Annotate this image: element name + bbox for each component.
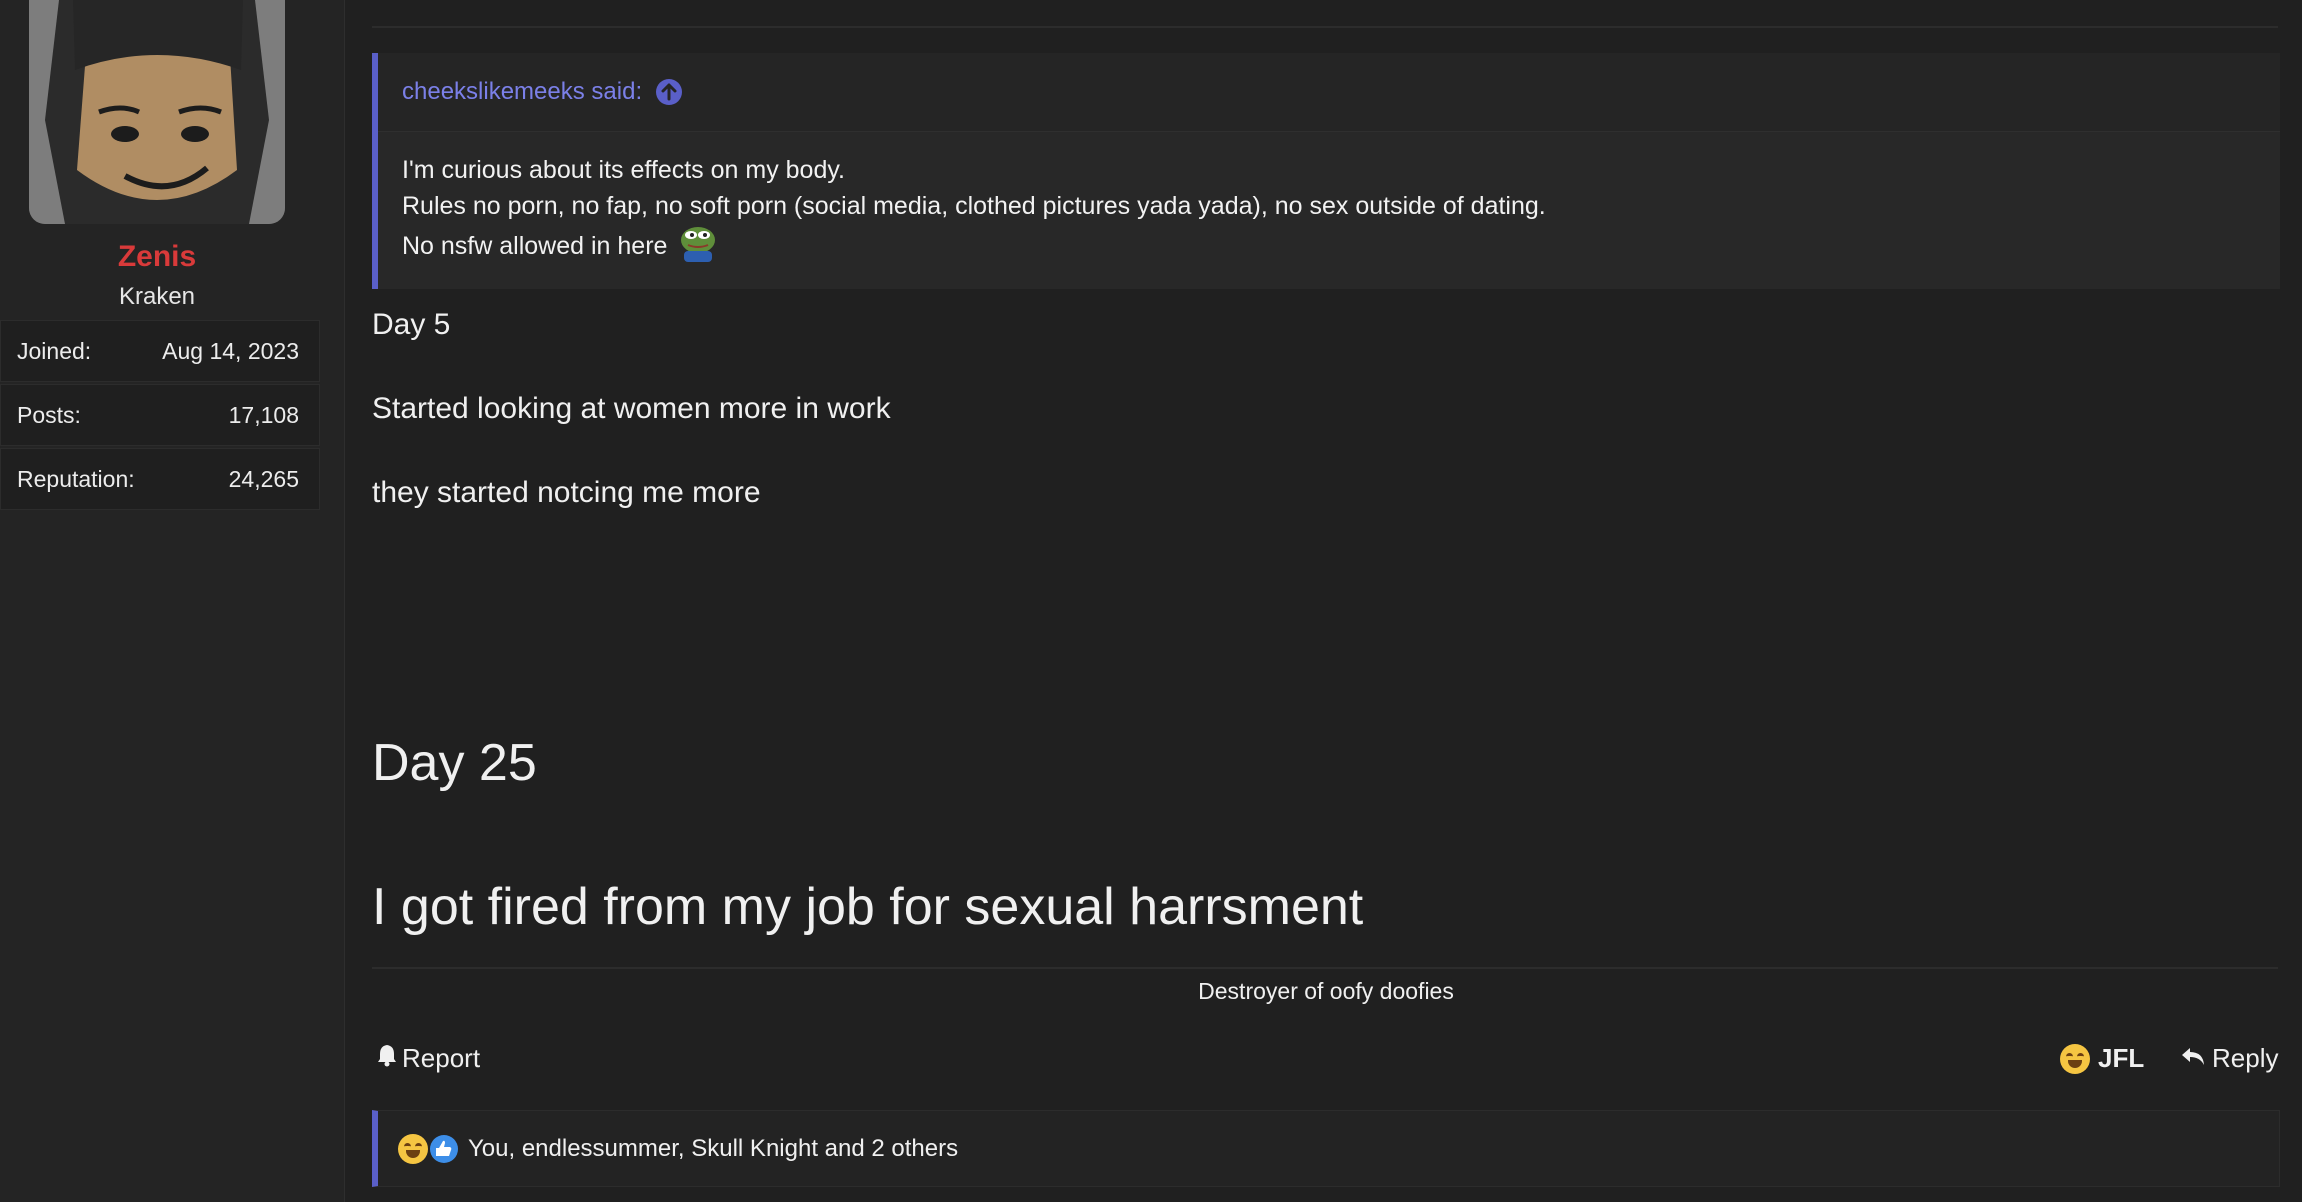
laughing-emoji-icon — [398, 1133, 428, 1164]
reactions-bar[interactable]: You, endlessummer, Skull Knight and 2 ot… — [372, 1110, 2280, 1187]
stat-value: 24,265 — [228, 465, 299, 492]
pepe-emoji-icon — [678, 224, 718, 272]
message-line: Started looking at women more in work — [372, 392, 891, 425]
report-button[interactable]: Report — [376, 1043, 480, 1074]
stat-reputation: Reputation: 24,265 — [0, 448, 320, 510]
quote-line-last: No nsfw allowed in here — [402, 224, 2256, 272]
reply-label: Reply — [2212, 1043, 2279, 1073]
stat-value: 17,108 — [228, 401, 299, 428]
bell-icon — [376, 1043, 398, 1074]
user-stats: Joined: Aug 14, 2023 Posts: 17,108 Reput… — [0, 320, 320, 512]
arrow-up-circle-icon[interactable] — [656, 79, 683, 105]
jfl-react-button[interactable]: JFL — [2060, 1043, 2144, 1074]
quote-line: Rules no porn, no fap, no soft porn (soc… — [402, 192, 1546, 220]
message-line: they started notcing me more — [372, 476, 761, 509]
quote-body: I'm curious about its effects on my body… — [378, 132, 2280, 292]
reply-button[interactable]: Reply — [2180, 1043, 2278, 1074]
avatar[interactable] — [29, 0, 285, 224]
signature: Destroyer of oofy doofies — [1198, 978, 1454, 1004]
jfl-label: JFL — [2098, 1043, 2145, 1073]
message-line: Day 5 — [372, 308, 451, 341]
laughing-emoji-icon — [2060, 1043, 2090, 1074]
stat-label: Joined: — [17, 337, 92, 364]
username[interactable]: Zenis — [0, 240, 314, 274]
quote-header[interactable]: cheekslikemeeks said: — [378, 53, 2280, 132]
user-panel: Zenis Kraken Joined: Aug 14, 2023 Posts:… — [0, 0, 345, 1202]
quote-line: No nsfw allowed in here — [402, 232, 668, 260]
quote-line: I'm curious about its effects on my body… — [402, 156, 845, 184]
reply-arrow-icon — [2180, 1043, 2206, 1074]
report-label: Report — [402, 1043, 481, 1073]
message-heading: Day 25 — [372, 734, 537, 792]
stat-label: Reputation: — [17, 465, 135, 492]
thumbs-up-icon — [430, 1134, 458, 1163]
user-title: Kraken — [118, 283, 196, 310]
divider — [372, 26, 2278, 28]
stat-joined: Joined: Aug 14, 2023 — [0, 320, 320, 382]
reactions-text[interactable]: You, endlessummer, Skull Knight and 2 ot… — [468, 1135, 958, 1163]
signature-divider — [372, 967, 2278, 969]
stat-posts: Posts: 17,108 — [0, 384, 320, 446]
message-heading: I got fired from my job for sexual harrs… — [372, 878, 1364, 936]
quote-author[interactable]: cheekslikemeeks said: — [402, 78, 642, 106]
quote-block: cheekslikemeeks said: I'm curious about … — [372, 53, 2280, 289]
stat-value: Aug 14, 2023 — [162, 337, 299, 364]
stat-label: Posts: — [17, 401, 81, 428]
